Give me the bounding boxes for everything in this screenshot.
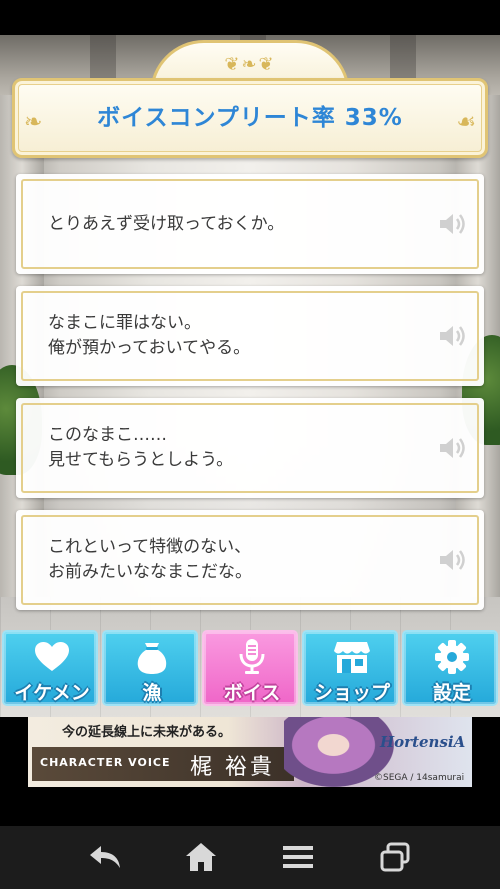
pouch-icon — [104, 638, 200, 676]
voice-line-text: とりあえず受け取っておくか。 — [48, 174, 418, 274]
home-icon[interactable] — [183, 840, 219, 874]
nav-label: 漁 — [142, 682, 162, 704]
voice-line-text: これといって特徴のない、 お前みたいななまこだな。 — [48, 510, 418, 610]
back-icon[interactable] — [87, 840, 123, 874]
status-bar — [0, 0, 500, 35]
ad-tagline: 今の延長線上に未来がある。 — [62, 725, 232, 740]
nav-voice-button[interactable]: ボイス — [202, 630, 298, 706]
voice-line-card[interactable]: このなまこ…… 見せてもらうとしよう。 — [16, 398, 484, 498]
voice-line-1: これといって特徴のない、 — [48, 537, 252, 557]
nav-ikemen-button[interactable]: イケメン — [2, 630, 98, 706]
voice-line-1: なまこに罪はない。 — [48, 313, 201, 333]
heart-icon — [4, 638, 100, 676]
voice-line-card[interactable]: これといって特徴のない、 お前みたいななまこだな。 — [16, 510, 484, 610]
voice-line-text: このなまこ…… 見せてもらうとしよう。 — [48, 398, 418, 498]
voice-line-2: お前みたいななまこだな。 — [48, 562, 252, 582]
speaker-icon[interactable] — [438, 211, 468, 237]
voice-line-1: とりあえず受け取っておくか。 — [48, 213, 285, 234]
system-nav-bar — [0, 826, 500, 889]
speaker-icon[interactable] — [438, 547, 468, 573]
shop-icon — [304, 638, 400, 676]
nav-label: イケメン — [14, 682, 90, 704]
game-nav-bar: イケメン 漁 ボイス ショップ 設定 — [0, 630, 500, 708]
voice-line-card[interactable]: とりあえず受け取っておくか。 — [16, 174, 484, 274]
speaker-icon[interactable] — [438, 323, 468, 349]
menu-icon[interactable] — [280, 840, 316, 874]
ad-character-voice-box: CHARACTER VOICE 梶 裕貴 — [32, 747, 294, 781]
nav-label: ショップ — [313, 682, 390, 704]
nav-label: 設定 — [432, 682, 471, 704]
ad-banner[interactable]: 今の延長線上に未来がある。 CHARACTER VOICE 梶 裕貴 Horte… — [28, 717, 472, 787]
nav-label: ボイス — [223, 682, 281, 704]
ad-game-logo: HortensiA — [380, 733, 466, 751]
gear-icon — [404, 638, 500, 676]
voice-line-card[interactable]: なまこに罪はない。 俺が預かっておいてやる。 — [16, 286, 484, 386]
microphone-icon — [204, 638, 300, 676]
recent-apps-icon[interactable] — [377, 840, 413, 874]
voice-line-2: 見せてもらうとしよう。 — [48, 450, 234, 470]
voice-line-2: 俺が預かっておいてやる。 — [48, 338, 251, 358]
nav-fishing-button[interactable]: 漁 — [102, 630, 198, 706]
nav-settings-button[interactable]: 設定 — [402, 630, 498, 706]
crest-ornament: ❦❧❦ — [224, 54, 276, 75]
completion-rate-text: ボイスコンプリート率 33% — [97, 105, 403, 131]
voice-line-text: なまこに罪はない。 俺が預かっておいてやる。 — [48, 286, 418, 386]
completion-banner: ❦❧❦ ❧ ☙ ボイスコンプリート率 33% — [12, 40, 488, 158]
voice-line-1: このなまこ…… — [48, 425, 167, 445]
ad-cv-label: CHARACTER VOICE — [40, 756, 171, 769]
ad-copyright: ©SEGA / 14samurai — [374, 773, 465, 783]
speaker-icon[interactable] — [438, 435, 468, 461]
nav-shop-button[interactable]: ショップ — [302, 630, 398, 706]
ad-cv-name: 梶 裕貴 — [190, 755, 275, 780]
